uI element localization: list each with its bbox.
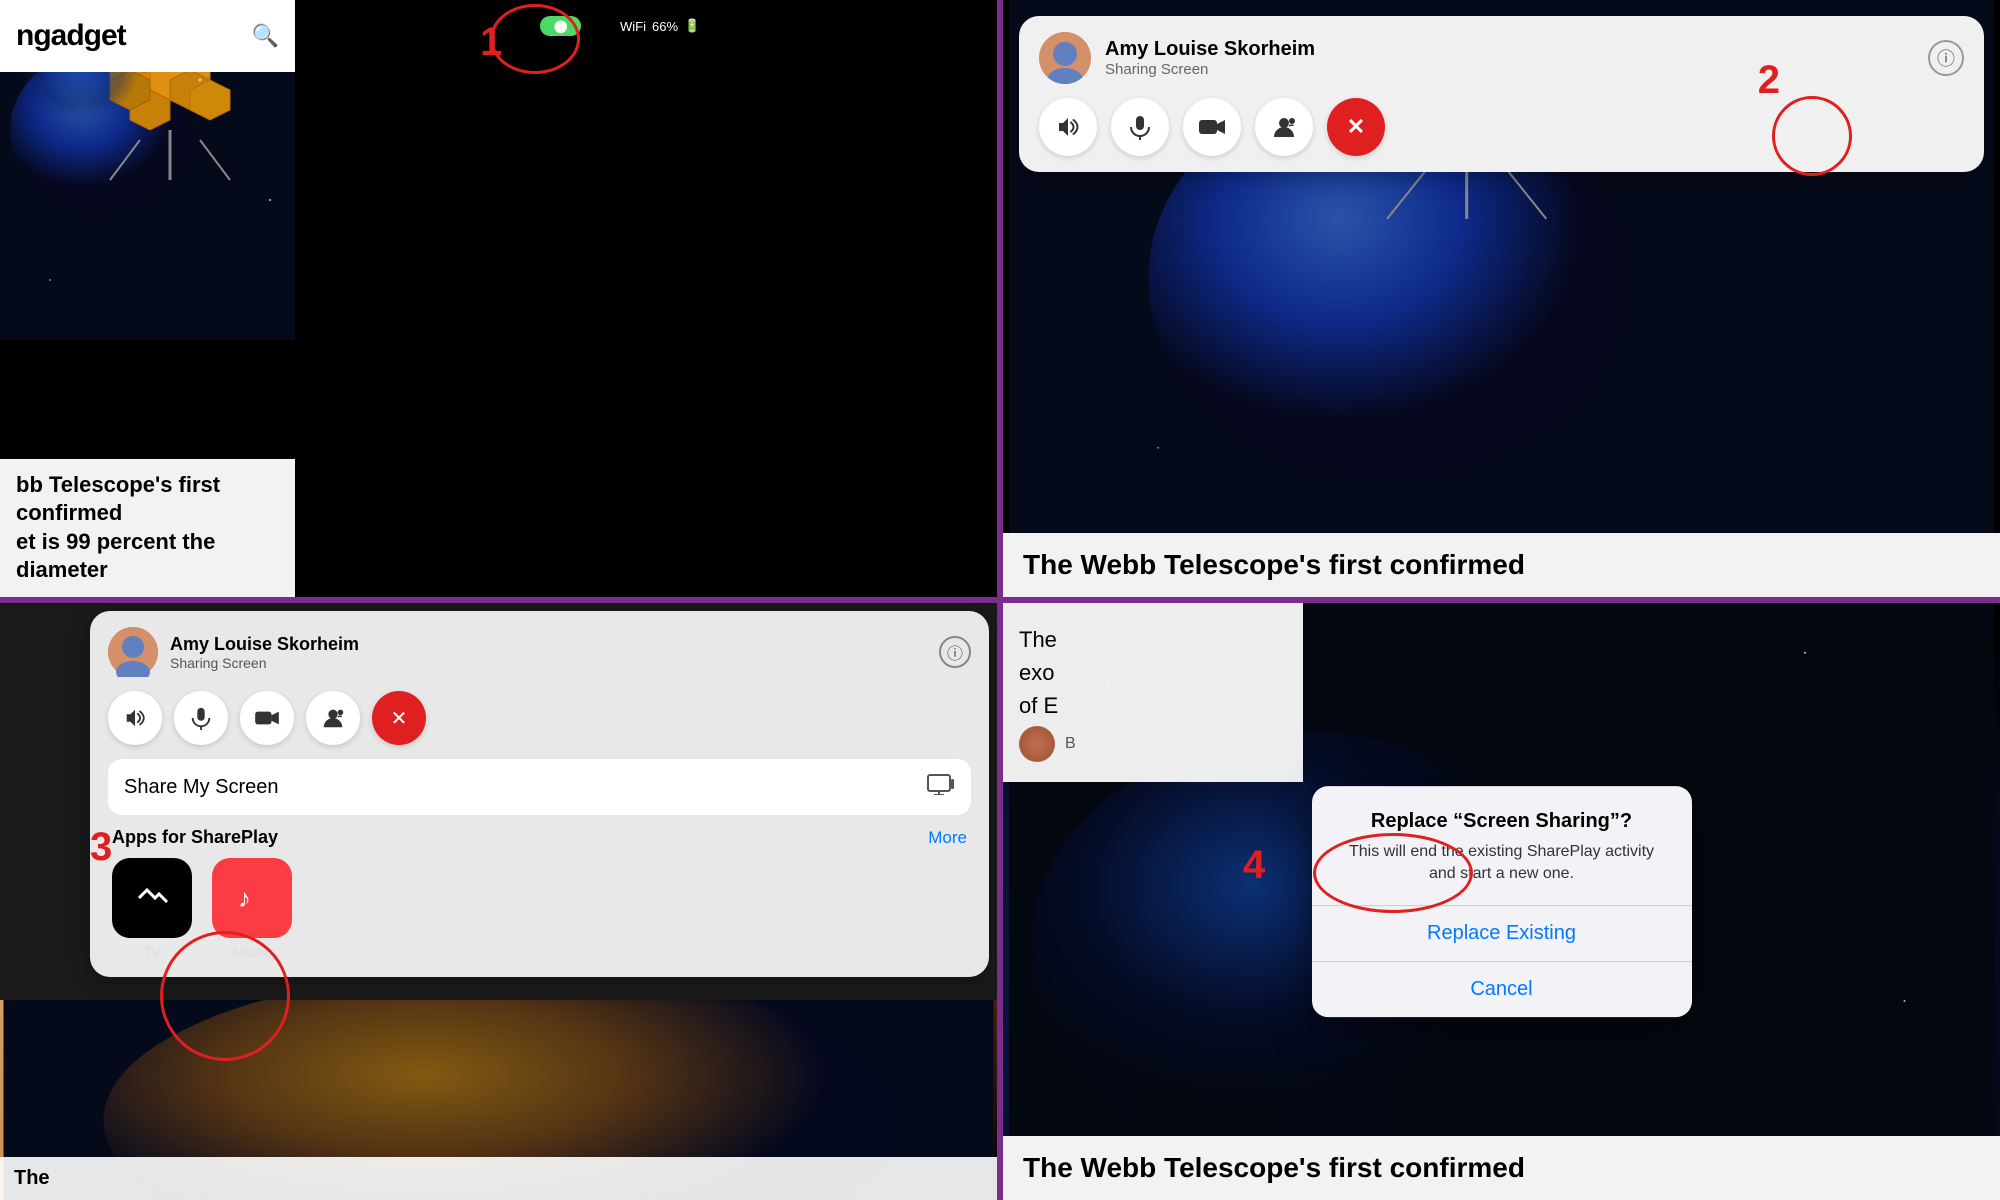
author-avatar-q4 xyxy=(1019,726,1055,762)
panel-avatar-q3 xyxy=(108,627,158,677)
info-button-q2[interactable]: ⓘ xyxy=(1928,40,1964,76)
camera-button-q3[interactable] xyxy=(240,691,294,745)
end-call-button-q3[interactable]: ✕ xyxy=(372,691,426,745)
main-grid: ngadget 🔍 bb Telescope's first confirmed… xyxy=(0,0,2000,1200)
black-screen-area xyxy=(295,0,997,597)
panel-controls-q3: ✕ xyxy=(108,691,971,745)
cancel-button-q4[interactable]: Cancel xyxy=(1312,962,1692,1017)
quadrant-4: The exo of E B The Webb Telescope's firs… xyxy=(1003,603,2000,1200)
battery-label: 66% xyxy=(652,19,678,34)
shareplay-more-btn-q3[interactable]: More xyxy=(928,828,967,848)
panel-name-q3: Amy Louise Skorheim xyxy=(170,634,927,655)
headline-q4: The Webb Telescope's first confirmed xyxy=(1023,1152,1980,1184)
shareplay-button-q3[interactable] xyxy=(306,691,360,745)
q4-partial-article: The exo of E B xyxy=(1003,603,1303,782)
share-my-screen-row[interactable]: Share My Screen xyxy=(108,759,971,815)
apple-tv-icon xyxy=(112,858,192,938)
hud-controls-q2: ✕ xyxy=(1039,98,1964,156)
hud-name-area-q2: Amy Louise Skorheim Sharing Screen xyxy=(1105,38,1914,78)
article-text-q2: The Webb Telescope's first confirmed xyxy=(1003,533,2000,597)
panel-header-q3: Amy Louise Skorheim Sharing Screen ⓘ xyxy=(108,627,971,677)
q3-bottom-text: The xyxy=(0,1157,997,1200)
camera-button-q2[interactable] xyxy=(1183,98,1241,156)
end-call-icon-q3: ✕ xyxy=(391,706,408,731)
dialog-message: This will end the existing SharePlay act… xyxy=(1336,841,1668,886)
panel-subtitle-q3: Sharing Screen xyxy=(170,655,927,671)
q4-article-text: The exo of E xyxy=(1019,623,1287,722)
avatar-q2 xyxy=(1039,32,1091,84)
mic-button-q3[interactable] xyxy=(174,691,228,745)
shareplay-section-q3: Apps for SharePlay More TV ♪ Music xyxy=(108,827,971,961)
quadrant-1: ngadget 🔍 bb Telescope's first confirmed… xyxy=(0,0,997,597)
battery-icon: 🔋 xyxy=(684,18,700,34)
music-label: Music xyxy=(232,944,271,961)
leaf-icon: ⬤ xyxy=(554,19,567,33)
wifi-icon: WiFi xyxy=(620,19,646,34)
mic-button-q2[interactable] xyxy=(1111,98,1169,156)
dialog-actions: Replace Existing Cancel xyxy=(1312,905,1692,1017)
tv-label: TV xyxy=(142,944,161,961)
share-screen-label: Share My Screen xyxy=(124,776,279,799)
engadget-logo-q1: ngadget xyxy=(16,19,126,53)
headline-q2: The Webb Telescope's first confirmed xyxy=(1023,549,1980,581)
headline-q1-line2: et is 99 percent the diameter xyxy=(16,528,279,585)
quadrant-3: Amy Louise Skorheim Sharing Screen ⓘ xyxy=(0,603,997,1200)
engadget-header-q1: ngadget 🔍 xyxy=(0,0,295,72)
article-text-q1: bb Telescope's first confirmed et is 99 … xyxy=(0,459,295,597)
q3-partial-text: The xyxy=(14,1167,50,1189)
avatar-svg-q3 xyxy=(108,627,158,677)
q4-article-author-row: B xyxy=(1019,726,1287,762)
shareplay-title-q3: Apps for SharePlay xyxy=(112,827,278,848)
end-call-button-q2[interactable]: ✕ xyxy=(1327,98,1385,156)
search-icon-q1[interactable]: 🔍 xyxy=(252,23,279,49)
dialog-title: Replace “Screen Sharing”? xyxy=(1336,810,1668,833)
hud-header-q2: Amy Louise Skorheim Sharing Screen ⓘ xyxy=(1039,32,1964,84)
author-initial-q4: B xyxy=(1065,735,1076,753)
hud-subtitle-q2: Sharing Screen xyxy=(1105,61,1914,78)
app-icons-q3: TV ♪ Music xyxy=(112,858,967,961)
dialog-body: Replace “Screen Sharing”? This will end … xyxy=(1312,786,1692,886)
shareplay-header-q3: Apps for SharePlay More xyxy=(112,827,967,848)
replace-existing-button[interactable]: Replace Existing xyxy=(1312,906,1692,961)
shareplay-button-q2[interactable] xyxy=(1255,98,1313,156)
apple-tv-icon-item[interactable]: TV xyxy=(112,858,192,961)
info-button-q3[interactable]: ⓘ xyxy=(939,636,971,668)
facetime-panel-q3: Amy Louise Skorheim Sharing Screen ⓘ xyxy=(90,611,989,977)
avatar-svg-q2 xyxy=(1039,32,1091,84)
screen-share-icon xyxy=(927,773,955,801)
status-bar-q1: WiFi 66% 🔋 xyxy=(620,18,700,34)
headline-q1-line1: bb Telescope's first confirmed xyxy=(16,471,279,528)
quadrant-2: The Webb Telescope's first confirmed Amy… xyxy=(1003,0,2000,597)
q2-content: The Webb Telescope's first confirmed Amy… xyxy=(1003,0,2000,597)
replace-dialog: Replace “Screen Sharing”? This will end … xyxy=(1312,786,1692,1018)
panel-name-area-q3: Amy Louise Skorheim Sharing Screen xyxy=(170,634,927,671)
speaker-button-q2[interactable] xyxy=(1039,98,1097,156)
music-icon: ♪ xyxy=(212,858,292,938)
green-status-indicator: ⬤ xyxy=(540,16,581,36)
facetime-hud-q2: Amy Louise Skorheim Sharing Screen ⓘ xyxy=(1019,16,1984,172)
svg-text:♪: ♪ xyxy=(238,883,251,913)
hud-name-q2: Amy Louise Skorheim xyxy=(1105,38,1914,61)
music-icon-item[interactable]: ♪ Music xyxy=(212,858,292,961)
end-call-icon-q2: ✕ xyxy=(1347,114,1365,140)
speaker-button-q3[interactable] xyxy=(108,691,162,745)
q4-bottom-headline: The Webb Telescope's first confirmed xyxy=(1003,1136,2000,1200)
